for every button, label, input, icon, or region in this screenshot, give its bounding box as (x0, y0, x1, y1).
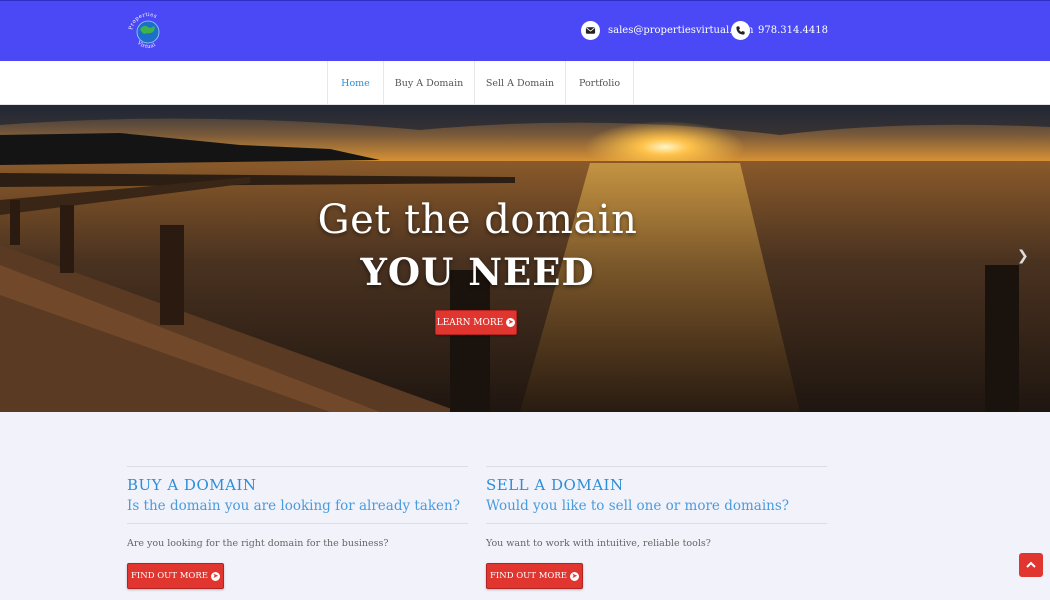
globe-logo[interactable]: Properties Virtual (126, 10, 170, 54)
feature-buy-domain: BUY A DOMAIN Is the domain you are looki… (127, 466, 468, 589)
contact-email[interactable]: sales@propertiesvirtual.com (581, 21, 753, 40)
hero-title-line1: Get the domain (317, 197, 638, 243)
phone-text[interactable]: 978.314.4418 (758, 25, 828, 36)
nav-item-label: Portfolio (578, 77, 621, 89)
scroll-to-top-button[interactable] (1019, 553, 1043, 577)
hero-slider: Get the domain YOU NEED LEARN MORE ➤ ❯ (0, 105, 1050, 412)
nav-item-home[interactable]: Home (328, 61, 384, 105)
learn-more-label: LEARN MORE (436, 317, 504, 328)
nav-item-label: Sell A Domain (485, 77, 555, 89)
arrow-circle-right-icon: ➤ (506, 318, 516, 327)
find-out-more-label: FIND OUT MORE (131, 571, 208, 581)
arrow-circle-right-icon: ➤ (570, 571, 579, 581)
top-header-bar: Properties Virtual sales@propertiesvirtu… (0, 0, 1050, 61)
feature-subtitle: Is the domain you are looking for alread… (127, 498, 460, 514)
find-out-more-label: FIND OUT MORE (490, 571, 567, 581)
nav-item-portfolio[interactable]: Portfolio (566, 61, 634, 105)
feature-title: SELL A DOMAIN (486, 476, 624, 494)
chevron-right-icon[interactable]: ❯ (1017, 248, 1033, 268)
find-out-more-buy-button[interactable]: FIND OUT MORE ➤ (127, 563, 224, 589)
divider (486, 466, 827, 467)
main-navbar: Home Buy A Domain Sell A Domain Portfoli… (0, 61, 1050, 105)
arrow-circle-right-icon: ➤ (211, 571, 220, 581)
feature-sell-domain: SELL A DOMAIN Would you like to sell one… (486, 466, 827, 589)
divider (127, 523, 468, 524)
nav-item-buy-a-domain[interactable]: Buy A Domain (384, 61, 475, 105)
hero-title-line2: YOU NEED (360, 250, 595, 294)
divider (486, 523, 827, 524)
main-nav: Home Buy A Domain Sell A Domain Portfoli… (327, 61, 634, 105)
divider (127, 466, 468, 467)
phone-icon (731, 21, 750, 40)
envelope-icon (581, 21, 600, 40)
find-out-more-sell-button[interactable]: FIND OUT MORE ➤ (486, 563, 583, 589)
feature-text: Are you looking for the right domain for… (127, 538, 389, 549)
nav-item-sell-a-domain[interactable]: Sell A Domain (475, 61, 566, 105)
learn-more-button[interactable]: LEARN MORE ➤ (435, 310, 517, 335)
chevron-up-icon (1026, 561, 1036, 568)
feature-text: You want to work with intuitive, reliabl… (486, 538, 711, 549)
nav-item-label: Home (341, 77, 370, 89)
feature-subtitle: Would you like to sell one or more domai… (486, 498, 789, 514)
nav-item-label: Buy A Domain (394, 77, 464, 89)
feature-title: BUY A DOMAIN (127, 476, 257, 494)
contact-phone[interactable]: 978.314.4418 (731, 21, 828, 40)
